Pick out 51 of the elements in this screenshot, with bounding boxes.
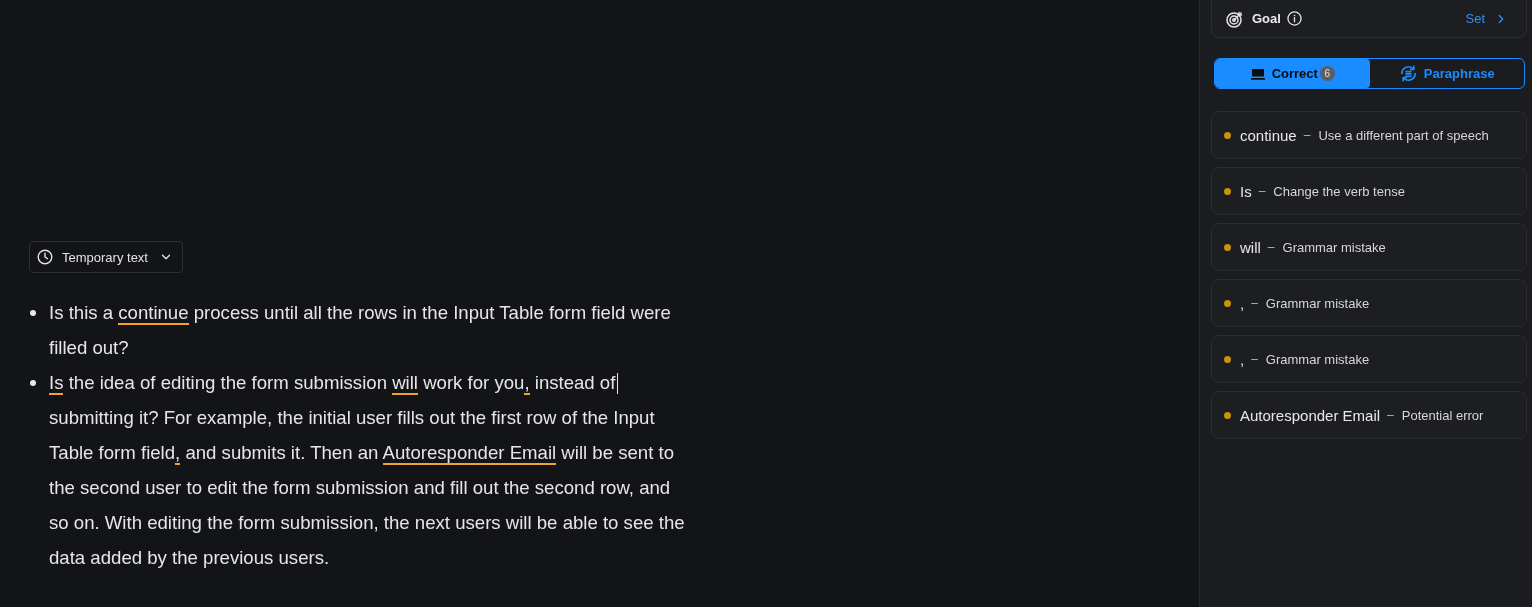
suggestion-card[interactable]: continue – Use a different part of speech xyxy=(1211,111,1527,159)
flagged-word[interactable]: , xyxy=(175,442,181,465)
mode-tab[interactable]: Paraphrase xyxy=(1369,59,1524,88)
suggestion-description: Grammar mistake xyxy=(1265,295,1370,311)
text-cursor xyxy=(617,373,619,394)
dash: – xyxy=(1267,240,1275,254)
info-icon[interactable] xyxy=(1286,11,1302,26)
issue-dot-icon xyxy=(1224,299,1231,307)
bullet-icon xyxy=(30,379,36,386)
dash: – xyxy=(1251,352,1258,366)
bullet-text: Is the idea of editing the form submission will work for you, instead of submitting it? For example, the initial user fills out the first row of the Input Table form field, and submits it. Then an Autoresponder Email will be sent to the second user to edit the form submission and fill out the second row, and so on. With editing the form submission, the next users will be able to see the data added by the previous users. xyxy=(49,371,686,570)
issue-dot-icon xyxy=(1224,187,1231,195)
set-goal-button[interactable]: Set xyxy=(1465,11,1507,26)
flagged-text: Is xyxy=(1240,182,1252,200)
dash: – xyxy=(1303,128,1311,142)
count-badge: 6 xyxy=(1319,66,1335,81)
suggestion-card[interactable]: , – Grammar mistake xyxy=(1211,279,1527,327)
flagged-word[interactable]: , xyxy=(524,372,530,395)
bullet-icon xyxy=(30,309,36,316)
dash: – xyxy=(1251,296,1258,310)
dash: – xyxy=(1258,184,1266,198)
suggestion-description: Grammar mistake xyxy=(1265,351,1370,367)
suggestion-description: Potential error xyxy=(1401,407,1484,423)
mode-tab[interactable]: Correct 6 xyxy=(1215,59,1370,88)
issue-dot-icon xyxy=(1224,355,1231,363)
suggestion-card[interactable]: Is – Change the verb tense xyxy=(1211,167,1527,215)
flagged-text: , xyxy=(1240,294,1245,312)
suggestion-description: Use a different part of speech xyxy=(1318,127,1489,143)
target-icon xyxy=(1226,9,1244,28)
suggestion-card[interactable]: Autoresponder Email – Potential error xyxy=(1211,391,1527,439)
flagged-text: will xyxy=(1240,238,1261,256)
flagged-word[interactable]: Autoresponder Email xyxy=(382,442,557,465)
suggestion-description: Grammar mistake xyxy=(1282,239,1386,255)
goal-label: Goal xyxy=(1252,11,1281,26)
suggestion-description: Change the verb tense xyxy=(1273,183,1405,199)
flagged-word[interactable]: will xyxy=(392,372,418,395)
rephrase-icon xyxy=(1398,64,1418,83)
flagged-word[interactable]: continue xyxy=(118,302,189,325)
issue-dot-icon xyxy=(1224,243,1231,251)
temporary-text-dropdown[interactable]: Temporary text xyxy=(29,241,183,273)
flagged-text: , xyxy=(1240,350,1245,368)
dash: – xyxy=(1387,408,1394,422)
clock-icon xyxy=(37,249,53,265)
flagged-text: continue xyxy=(1240,126,1297,144)
suggestion-card[interactable]: will – Grammar mistake xyxy=(1211,223,1527,271)
issue-dot-icon xyxy=(1224,131,1231,139)
flagged-word[interactable]: Is xyxy=(49,372,64,395)
issue-dot-icon xyxy=(1224,411,1231,419)
suggestion-card[interactable]: , – Grammar mistake xyxy=(1211,335,1527,383)
bullet-text: Is this a continue process until all the rows in the Input Table form field were filled out? xyxy=(49,301,672,360)
flagged-text: Autoresponder Email xyxy=(1240,406,1381,424)
